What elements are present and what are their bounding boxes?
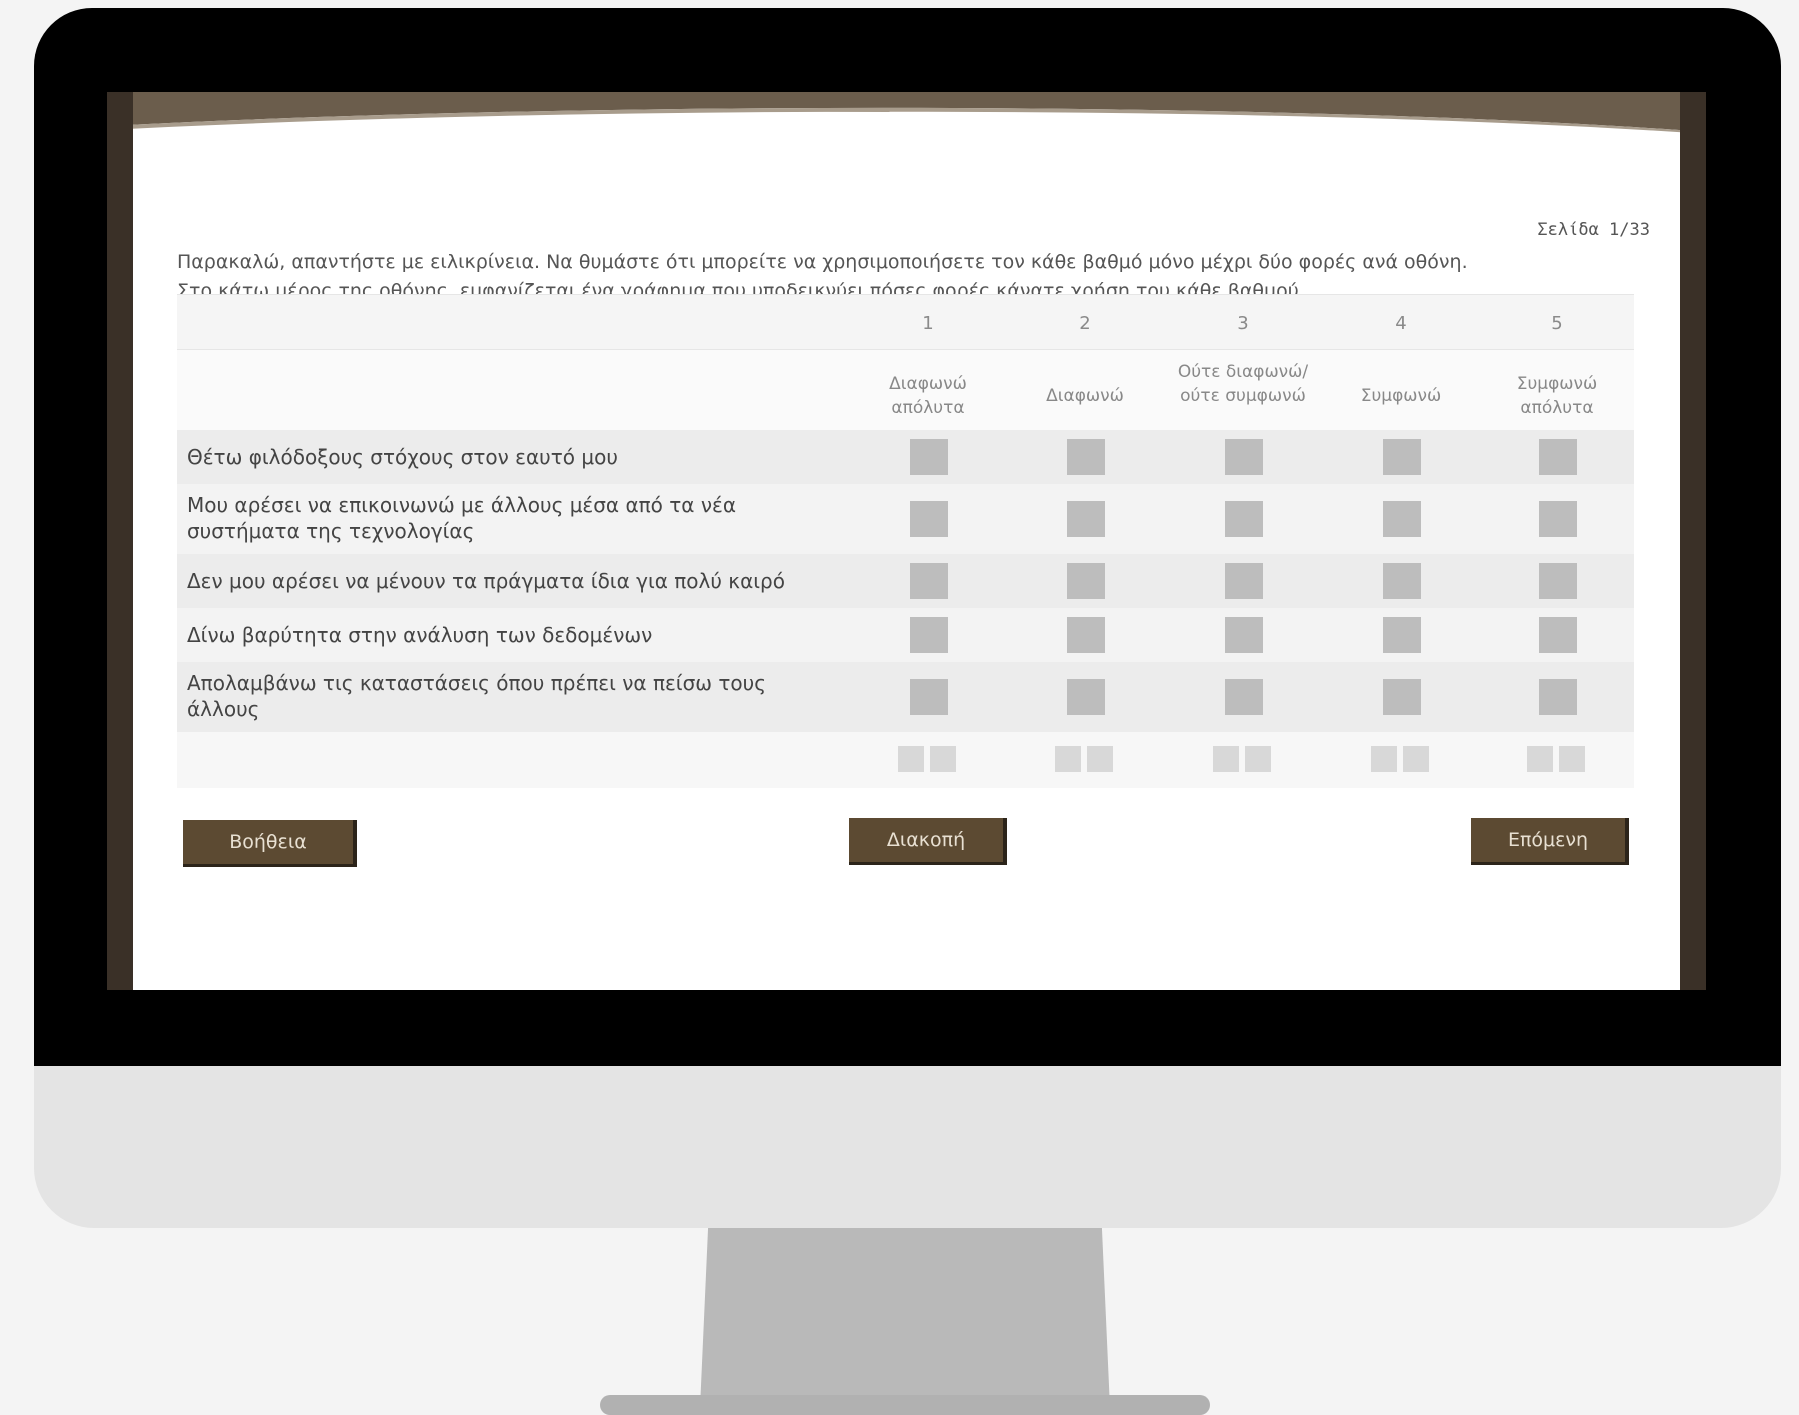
scale-label-1: Διαφωνώ απόλυτα <box>889 374 967 418</box>
scale-label-row: Διαφωνώ απόλυτα Διαφωνώ Ούτε διαφωνώ/ούτ… <box>177 350 1634 430</box>
usage-counter-2b <box>1087 746 1113 772</box>
question-text: Μου αρέσει να επικοινωνώ με άλλους μέσα … <box>187 493 737 543</box>
scale-number-5: 5 <box>1551 313 1563 334</box>
usage-counter-3b <box>1245 746 1271 772</box>
question-text: Θέτω φιλόδοξους στόχους στον εαυτό μου <box>187 445 618 469</box>
scale-number-2: 2 <box>1079 313 1091 334</box>
page-indicator: Σελίδα 1/33 <box>1537 220 1650 240</box>
rating-box-4[interactable] <box>1383 617 1421 653</box>
scale-number-4: 4 <box>1395 313 1407 334</box>
scale-label-3: Ούτε διαφωνώ/ούτε συμφωνώ <box>1177 362 1309 406</box>
rating-box-1[interactable] <box>910 563 948 599</box>
rating-box-1[interactable] <box>910 617 948 653</box>
question-row: Μου αρέσει να επικοινωνώ με άλλους μέσα … <box>177 484 1634 554</box>
rating-box-2[interactable] <box>1067 563 1105 599</box>
header-band <box>107 92 1706 134</box>
screen-right-edge <box>1680 92 1706 990</box>
rating-box-3[interactable] <box>1225 679 1263 715</box>
rating-box-2[interactable] <box>1067 501 1105 537</box>
monitor-foot <box>600 1395 1210 1415</box>
likert-table: 1 2 3 4 5 Διαφωνώ απόλυτα Διαφωνώ Ούτε δ… <box>177 294 1634 788</box>
rating-box-4[interactable] <box>1383 563 1421 599</box>
screen: Σελίδα 1/33 Παρακαλώ, απαντήστε με ειλικ… <box>107 92 1706 990</box>
help-button[interactable]: Βοήθεια <box>183 820 357 867</box>
usage-counter-1a <box>898 746 924 772</box>
scale-label-5: Συμφωνώ απόλυτα <box>1516 374 1598 418</box>
scale-label-2: Διαφωνώ <box>1046 386 1124 406</box>
usage-counter-3a <box>1213 746 1239 772</box>
question-row: Δεν μου αρέσει να μένουν τα πράγματα ίδι… <box>177 554 1634 608</box>
question-text: Απολαμβάνω τις καταστάσεις όπου πρέπει ν… <box>187 671 766 721</box>
rating-box-5[interactable] <box>1539 679 1577 715</box>
pause-button[interactable]: Διακοπή <box>849 818 1007 865</box>
rating-box-5[interactable] <box>1539 563 1577 599</box>
rating-box-1[interactable] <box>910 679 948 715</box>
question-row: Δίνω βαρύτητα στην ανάλυση των δεδομένων <box>177 608 1634 662</box>
rating-box-3[interactable] <box>1225 501 1263 537</box>
question-text: Δεν μου αρέσει να μένουν τα πράγματα ίδι… <box>187 569 785 593</box>
scale-number-3: 3 <box>1237 313 1249 334</box>
rating-box-3[interactable] <box>1225 563 1263 599</box>
monitor-stand <box>700 1225 1110 1408</box>
question-row: Απολαμβάνω τις καταστάσεις όπου πρέπει ν… <box>177 662 1634 732</box>
usage-counter-5b <box>1559 746 1585 772</box>
usage-counter-4a <box>1371 746 1397 772</box>
rating-box-5[interactable] <box>1539 439 1577 475</box>
usage-counter-4b <box>1403 746 1429 772</box>
rating-box-5[interactable] <box>1539 617 1577 653</box>
rating-box-2[interactable] <box>1067 679 1105 715</box>
usage-counter-2a <box>1055 746 1081 772</box>
rating-box-3[interactable] <box>1225 439 1263 475</box>
usage-counter-1b <box>930 746 956 772</box>
next-button[interactable]: Επόμενη <box>1471 818 1629 865</box>
scale-number-1: 1 <box>922 313 934 334</box>
usage-counter-row <box>177 732 1634 788</box>
rating-box-2[interactable] <box>1067 439 1105 475</box>
screen-left-edge <box>107 92 133 990</box>
rating-box-1[interactable] <box>910 501 948 537</box>
question-text: Δίνω βαρύτητα στην ανάλυση των δεδομένων <box>187 623 653 647</box>
rating-box-4[interactable] <box>1383 501 1421 537</box>
scale-label-4: Συμφωνώ <box>1360 386 1442 406</box>
rating-box-3[interactable] <box>1225 617 1263 653</box>
rating-box-2[interactable] <box>1067 617 1105 653</box>
rating-box-4[interactable] <box>1383 679 1421 715</box>
usage-counter-5a <box>1527 746 1553 772</box>
question-row: Θέτω φιλόδοξους στόχους στον εαυτό μου <box>177 430 1634 484</box>
rating-box-1[interactable] <box>910 439 948 475</box>
instructions-line-1: Παρακαλώ, απαντήστε με ειλικρίνεια. Να θ… <box>177 251 1468 273</box>
rating-box-5[interactable] <box>1539 501 1577 537</box>
scale-number-row: 1 2 3 4 5 <box>177 294 1634 350</box>
rating-box-4[interactable] <box>1383 439 1421 475</box>
